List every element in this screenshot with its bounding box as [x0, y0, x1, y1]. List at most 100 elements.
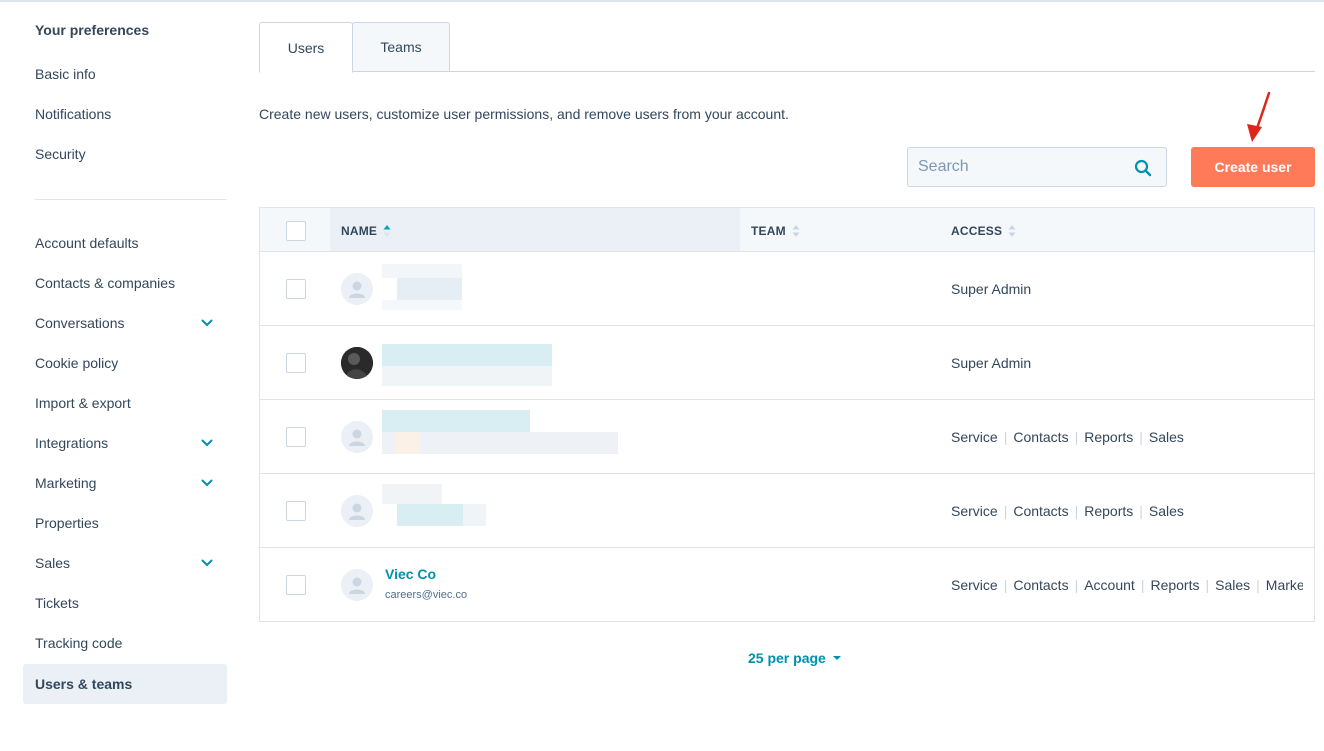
user-email: careers@viec.co [385, 589, 468, 601]
table-row[interactable]: Service | Contacts | Reports | Sales [260, 474, 1314, 548]
user-icon [349, 577, 365, 594]
users-table: NAME TEAM ACCESS Super Admin Super Admin… [259, 207, 1315, 622]
table-header: NAME TEAM ACCESS [260, 208, 1314, 252]
create-user-button[interactable]: Create user [1191, 147, 1315, 187]
sorted-column-highlight [330, 208, 740, 251]
access-label: Reports [1150, 577, 1200, 593]
column-header-name[interactable]: NAME [341, 224, 391, 238]
sidebar-item-label: Cookie policy [35, 355, 119, 371]
sidebar-item-tracking-code[interactable]: Tracking code [23, 623, 227, 663]
access-label: Service [951, 577, 998, 593]
row-checkbox[interactable] [286, 427, 306, 447]
sidebar-item-label: Tickets [35, 595, 79, 611]
user-icon [349, 281, 365, 298]
sidebar-item-label: Sales [35, 555, 71, 571]
table-row[interactable]: Super Admin [260, 252, 1314, 326]
column-header-team[interactable]: TEAM [751, 224, 800, 238]
settings-sidebar: Your preferences Basic info Notification… [23, 0, 227, 751]
column-header-label: NAME [341, 224, 378, 238]
tab-users[interactable]: Users [259, 22, 353, 73]
sidebar-item-label: Notifications [35, 106, 112, 122]
sidebar-item-basic-info[interactable]: Basic info [23, 54, 227, 94]
sort-icon [1008, 225, 1016, 237]
avatar [341, 495, 373, 527]
redacted-name [382, 484, 486, 532]
sidebar-item-integrations[interactable]: Integrations [23, 423, 227, 463]
separator: | [1003, 429, 1008, 445]
row-checkbox[interactable] [286, 501, 306, 521]
sidebar-item-label: Users & teams [35, 676, 133, 692]
separator: | [1074, 429, 1079, 445]
separator: | [1074, 577, 1079, 593]
access-label: Account [1084, 577, 1135, 593]
chevron-down-icon[interactable] [201, 437, 213, 449]
sort-asc-icon [383, 225, 391, 237]
sidebar-divider [35, 199, 227, 200]
page-description: Create new users, customize user permiss… [259, 106, 789, 122]
separator: | [1256, 577, 1260, 593]
avatar [341, 347, 373, 379]
access-label: Sales [1148, 503, 1184, 519]
row-checkbox[interactable] [286, 353, 306, 373]
table-row[interactable]: Viec Co careers@viec.co Service | Contacts… [260, 548, 1314, 622]
sidebar-item-label: Account defaults [35, 235, 139, 251]
access-label: Super Admin [951, 281, 1032, 297]
tab-bar: Teams Users [259, 22, 1315, 73]
sidebar-item-cookie-policy[interactable]: Cookie policy [23, 343, 227, 383]
sidebar-item-label: Import & export [35, 395, 131, 411]
search-input[interactable] [908, 148, 1128, 186]
row-checkbox[interactable] [286, 575, 306, 595]
avatar [341, 273, 373, 305]
sidebar-item-import-export[interactable]: Import & export [23, 383, 227, 423]
access-label: Super Admin [951, 355, 1032, 371]
separator: | [1003, 577, 1008, 593]
sidebar-item-notifications[interactable]: Notifications [23, 94, 227, 134]
sidebar-item-conversations[interactable]: Conversations [23, 303, 227, 343]
chevron-down-icon[interactable] [201, 477, 213, 489]
per-page-dropdown[interactable]: 25 per page [748, 650, 842, 666]
access-label: Marke [1265, 577, 1303, 593]
sidebar-item-properties[interactable]: Properties [23, 503, 227, 543]
separator: | [1139, 429, 1143, 445]
chevron-down-icon[interactable] [201, 557, 213, 569]
sidebar-item-account-defaults[interactable]: Account defaults [23, 223, 227, 263]
access-cell: Super Admin [951, 355, 1303, 371]
table-row[interactable]: Super Admin [260, 326, 1314, 400]
per-page-label: 25 per page [748, 650, 826, 666]
access-cell: Service | Contacts | Reports | Sales [951, 503, 1303, 519]
table-row[interactable]: Service | Contacts | Reports | Sales [260, 400, 1314, 474]
sidebar-item-contacts-companies[interactable]: Contacts & companies [23, 263, 227, 303]
separator: | [1139, 503, 1143, 519]
annotation-arrow-icon [1247, 91, 1271, 142]
sidebar-item-tickets[interactable]: Tickets [23, 583, 227, 623]
caret-down-icon [832, 656, 841, 660]
access-label: Sales [1215, 577, 1251, 593]
sidebar-item-label: Integrations [35, 435, 109, 451]
user-icon [349, 429, 365, 446]
sidebar-item-marketing[interactable]: Marketing [23, 463, 227, 503]
sidebar-item-security[interactable]: Security [23, 134, 227, 174]
user-photo-icon [341, 347, 373, 379]
access-cell: Super Admin [951, 281, 1303, 297]
access-label: Reports [1084, 503, 1134, 519]
access-label: Contacts [1013, 429, 1069, 445]
sidebar-item-sales[interactable]: Sales [23, 543, 227, 583]
separator: | [1140, 577, 1145, 593]
user-search [907, 147, 1167, 187]
row-checkbox[interactable] [286, 279, 306, 299]
sidebar-item-label: Contacts & companies [35, 275, 176, 291]
select-all-checkbox[interactable] [286, 221, 306, 241]
sidebar-item-label: Marketing [35, 475, 97, 491]
avatar [341, 569, 373, 601]
redacted-name [382, 344, 552, 390]
sidebar-item-users-teams[interactable]: Users & teams [23, 664, 227, 704]
search-icon[interactable] [1134, 159, 1152, 177]
user-name-link[interactable]: Viec Co [385, 566, 436, 582]
access-label: Service [951, 503, 998, 519]
user-icon [349, 503, 365, 520]
tab-teams[interactable]: Teams [352, 22, 450, 72]
column-header-access[interactable]: ACCESS [951, 224, 1016, 238]
chevron-down-icon[interactable] [201, 317, 213, 329]
access-label: Reports [1084, 429, 1134, 445]
access-label: Service [951, 429, 998, 445]
